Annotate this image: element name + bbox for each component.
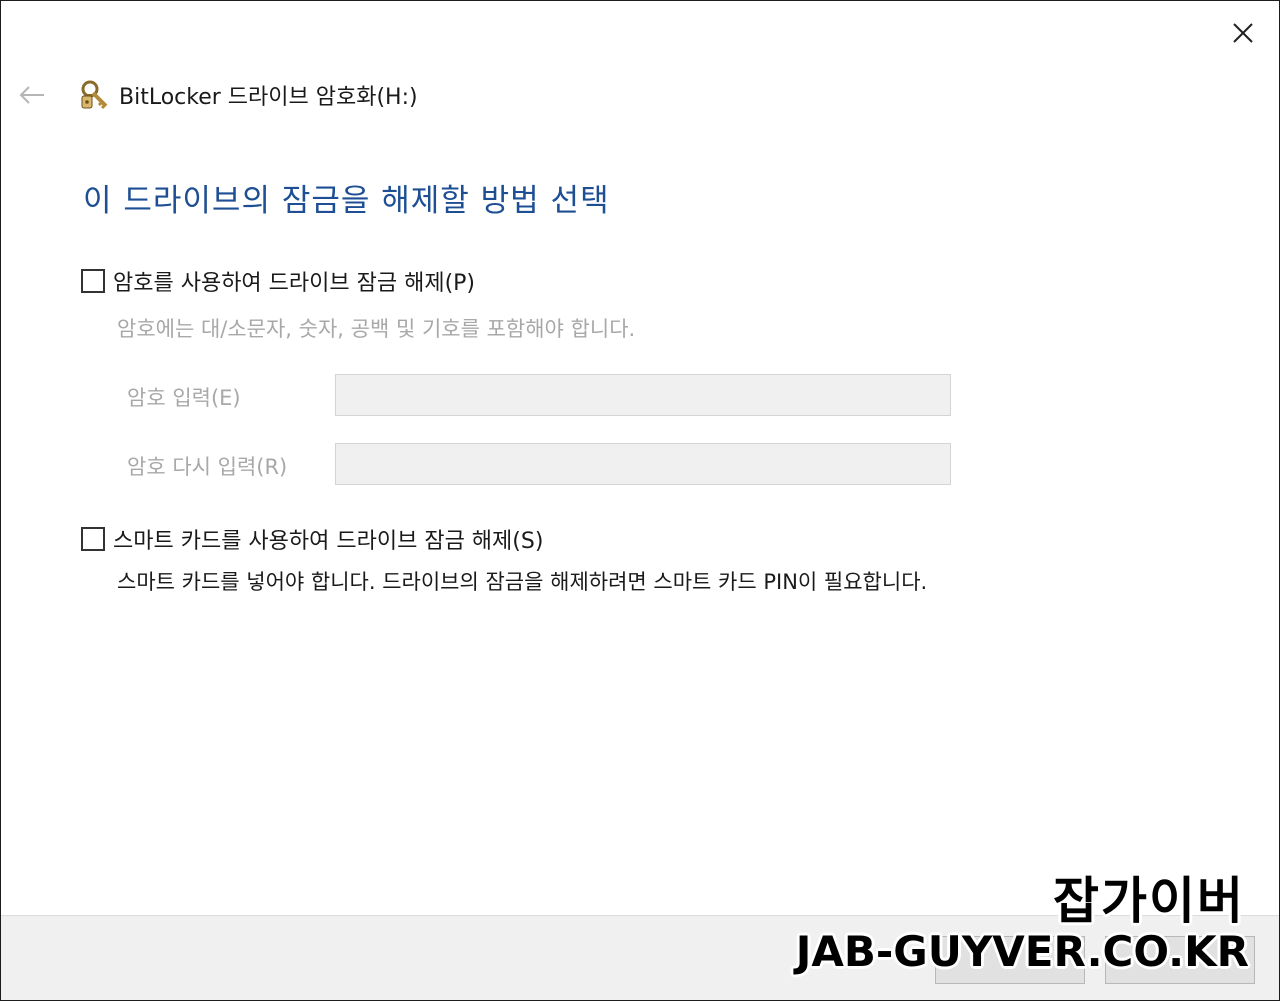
enter-password-field[interactable]	[335, 374, 951, 416]
password-unlock-label: 암호를 사용하여 드라이브 잠금 해제(P)	[113, 271, 476, 296]
title-bar: BitLocker 드라이브 암호화(H:)	[77, 75, 418, 115]
enter-password-label: 암호 입력(E)	[127, 386, 241, 410]
page-title: 이 드라이브의 잠금을 해제할 방법 선택	[83, 183, 610, 219]
smartcard-unlock-label: 스마트 카드를 사용하여 드라이브 잠금 해제(S)	[113, 529, 544, 554]
reenter-password-field[interactable]	[335, 443, 951, 485]
bitlocker-key-icon	[77, 77, 113, 113]
smartcard-unlock-option[interactable]: 스마트 카드를 사용하여 드라이브 잠금 해제(S)	[81, 523, 543, 555]
smartcard-description-text: 스마트 카드를 넣어야 합니다. 드라이브의 잠금을 해제하려면 스마트 카드 …	[117, 570, 928, 594]
back-button[interactable]	[13, 77, 51, 113]
close-button[interactable]	[1221, 13, 1265, 53]
bitlocker-dialog: BitLocker 드라이브 암호화(H:) 이 드라이브의 잠금을 해제할 방…	[0, 0, 1280, 1001]
watermark-korean: 잡가이버	[1053, 872, 1245, 930]
password-unlock-checkbox[interactable]	[81, 269, 105, 293]
password-unlock-option[interactable]: 암호를 사용하여 드라이브 잠금 해제(P)	[81, 265, 475, 297]
reenter-password-label: 암호 다시 입력(R)	[127, 455, 288, 479]
smartcard-unlock-checkbox[interactable]	[81, 527, 105, 551]
back-arrow-icon	[19, 86, 44, 104]
close-icon	[1233, 23, 1253, 43]
window-title: BitLocker 드라이브 암호화(H:)	[119, 85, 418, 110]
password-requirements-text: 암호에는 대/소문자, 숫자, 공백 및 기호를 포함해야 합니다.	[117, 317, 636, 341]
watermark-url: JAB-GUYVER.CO.KR	[795, 927, 1249, 976]
